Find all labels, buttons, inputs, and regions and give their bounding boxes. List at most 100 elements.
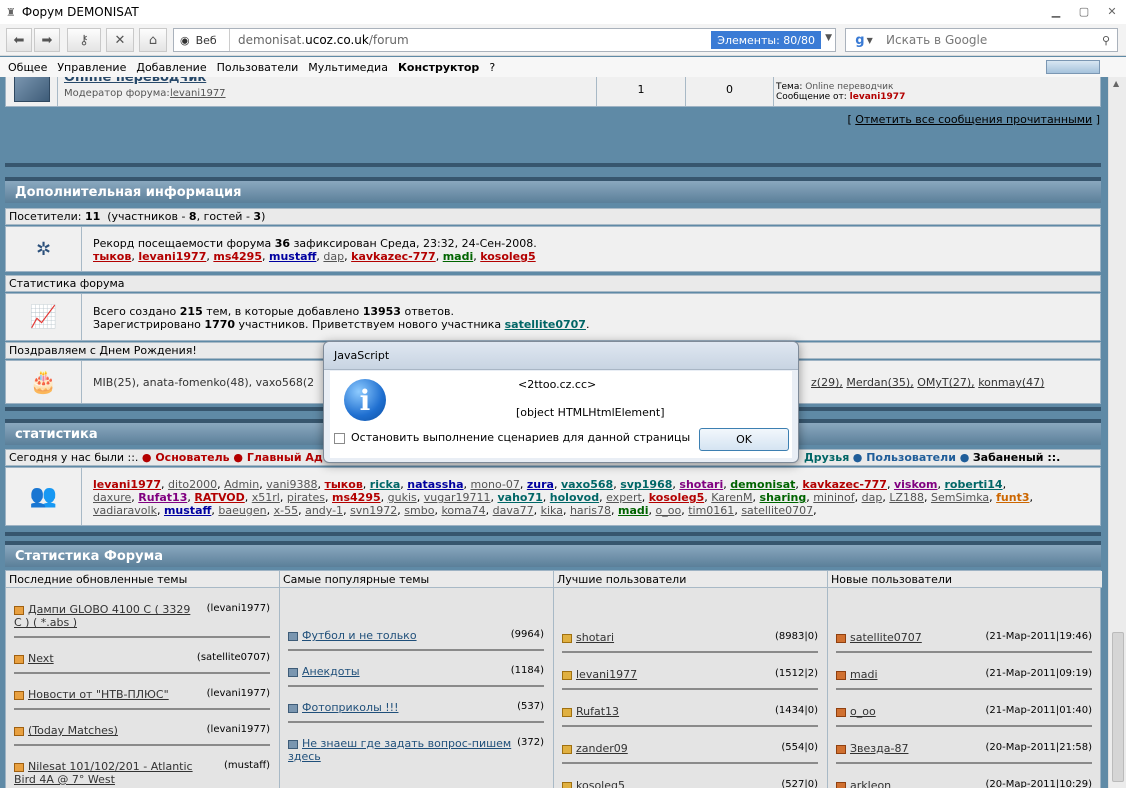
online-user-link[interactable]: tim0161 <box>688 504 734 517</box>
stop-scripts-label[interactable]: Остановить выполнение сценариев для данн… <box>351 431 690 444</box>
recent-topic-link[interactable]: Next <box>28 652 54 665</box>
birthday-list-left[interactable]: MIB(25), anata-fomenko(48), vaxo568(2 <box>93 376 314 389</box>
record-user-link[interactable]: тыков <box>93 250 131 263</box>
online-user-link[interactable]: andy-1 <box>305 504 343 517</box>
best-user-link[interactable]: zander09 <box>576 742 628 755</box>
online-user-link[interactable]: Rufat13 <box>138 491 187 504</box>
online-user-link[interactable]: x51rl <box>252 491 280 504</box>
online-user-link[interactable]: svn1972 <box>350 504 397 517</box>
record-user-link[interactable]: dap <box>323 250 344 263</box>
minimize-button[interactable]: ▁ <box>1042 0 1070 22</box>
menu-item-help[interactable]: ? <box>489 61 495 74</box>
online-user-link[interactable]: funt3 <box>996 491 1029 504</box>
recent-topic-link[interactable]: Новости от "НТВ-ПЛЮС" <box>28 688 169 701</box>
menu-item-constructor[interactable]: Конструктор <box>398 61 479 74</box>
record-user-link[interactable]: ms4295 <box>213 250 262 263</box>
online-user-link[interactable]: smbo <box>404 504 434 517</box>
back-button[interactable]: ⬅ <box>6 28 32 52</box>
birthday-user-c[interactable]: OMyT(27), <box>917 376 974 389</box>
record-user-link[interactable]: levani1977 <box>138 250 206 263</box>
online-user-link[interactable]: LZ188 <box>889 491 924 504</box>
best-user-link[interactable]: kosoleg5 <box>576 779 625 788</box>
birthday-user-d[interactable]: konmay(47) <box>978 376 1044 389</box>
online-user-link[interactable]: svp1968 <box>620 478 672 491</box>
online-user-link[interactable]: viskom <box>894 478 938 491</box>
online-user-link[interactable]: kavkazec-777 <box>802 478 887 491</box>
online-user-link[interactable]: sharing <box>760 491 807 504</box>
recent-topic-link[interactable]: (Today Matches) <box>28 724 118 737</box>
record-user-link[interactable]: kosoleg5 <box>480 250 535 263</box>
popular-topic-link[interactable]: Фотоприколы !!! <box>302 701 398 714</box>
recent-topic-link-cont[interactable]: Bird 4A @ 7° West <box>14 773 115 786</box>
online-user-link[interactable]: dap <box>862 491 883 504</box>
scroll-thumb[interactable] <box>1112 632 1124 782</box>
online-user-link[interactable]: haris78 <box>570 504 611 517</box>
online-user-link[interactable]: RATVOD <box>194 491 244 504</box>
online-user-link[interactable]: vugar19711 <box>424 491 491 504</box>
record-user-link[interactable]: mustaff <box>269 250 316 263</box>
online-user-link[interactable]: satellite0707 <box>741 504 813 517</box>
recent-topic-link[interactable]: Nilesat 101/102/201 - Atlantic <box>28 760 193 773</box>
url-text[interactable]: demonisat.ucoz.co.uk/forum <box>230 33 409 47</box>
new-user-link[interactable]: madi <box>850 668 878 681</box>
moderator-link[interactable]: levani1977 <box>170 88 226 99</box>
elements-badge[interactable]: Элементы: 80/80 <box>711 31 821 49</box>
forum-title-link[interactable]: Online переводчик <box>64 77 206 85</box>
online-user-link[interactable]: ms4295 <box>332 491 381 504</box>
online-user-link[interactable]: vadiaravolk <box>93 504 157 517</box>
search-bar[interactable]: g ▼ Искать в Google ⚲ <box>845 28 1118 52</box>
stop-scripts-checkbox[interactable] <box>334 433 345 444</box>
last-post-user[interactable]: levani1977 <box>850 92 906 102</box>
close-button[interactable]: ✕ <box>1098 0 1126 22</box>
stop-button[interactable]: ✕ <box>106 28 134 52</box>
online-user-link[interactable]: dito2000 <box>168 478 217 491</box>
dropdown-arrow-icon[interactable]: ▼ <box>825 33 832 43</box>
forward-button[interactable]: ➡ <box>34 28 60 52</box>
online-user-link[interactable]: vaho71 <box>497 491 542 504</box>
birthday-user-b[interactable]: Merdan(35), <box>846 376 913 389</box>
search-input[interactable]: Искать в Google <box>882 33 1095 47</box>
online-user-link[interactable]: mono-07 <box>471 478 520 491</box>
online-user-link[interactable]: тыков <box>324 478 362 491</box>
online-user-link[interactable]: gukis <box>388 491 417 504</box>
vertical-scrollbar[interactable]: ▲ <box>1108 77 1126 788</box>
popular-topic-link[interactable]: Футбол и не только <box>302 629 417 642</box>
online-user-link[interactable]: SemSimka <box>931 491 989 504</box>
last-topic-link[interactable]: Online переводчик <box>805 82 893 92</box>
online-user-link[interactable]: levani1977 <box>93 478 161 491</box>
online-user-link[interactable]: expert <box>606 491 642 504</box>
home-button[interactable]: ⌂ <box>139 28 167 52</box>
online-user-link[interactable]: holovod <box>550 491 599 504</box>
online-user-link[interactable]: roberti14 <box>945 478 1003 491</box>
search-icon[interactable]: ⚲ <box>1095 34 1117 47</box>
address-bar[interactable]: ◉ Веб demonisat.ucoz.co.uk/forum Элемент… <box>173 28 836 52</box>
best-user-link[interactable]: shotari <box>576 631 614 644</box>
online-user-link[interactable]: koma74 <box>441 504 485 517</box>
online-user-link[interactable]: shotari <box>679 478 723 491</box>
best-user-link[interactable]: levani1977 <box>576 668 637 681</box>
menu-item-general[interactable]: Общее <box>8 61 47 74</box>
new-user-link[interactable]: Звезда-87 <box>850 742 908 755</box>
mark-read-link[interactable]: Отметить все сообщения прочитанными <box>855 113 1092 126</box>
online-user-link[interactable]: madi <box>618 504 649 517</box>
menu-item-manage[interactable]: Управление <box>57 61 126 74</box>
online-user-link[interactable]: pirates <box>287 491 325 504</box>
record-user-link[interactable]: kavkazec-777 <box>351 250 436 263</box>
menu-item-add[interactable]: Добавление <box>136 61 206 74</box>
web-search-selector[interactable]: ◉ Веб <box>174 29 230 51</box>
menu-item-users[interactable]: Пользователи <box>217 61 299 74</box>
online-user-link[interactable]: vaxo568 <box>561 478 613 491</box>
popular-topic-link[interactable]: Не знаеш где задать вопрос-пишем <box>302 737 511 750</box>
menu-item-multimedia[interactable]: Мультимедиа <box>308 61 388 74</box>
online-user-link[interactable]: mininof <box>813 491 854 504</box>
popular-topic-link-cont[interactable]: здесь <box>288 750 321 763</box>
online-user-link[interactable]: natassha <box>407 478 463 491</box>
new-user-link[interactable]: o_oo <box>850 705 876 718</box>
online-user-link[interactable]: kika <box>541 504 563 517</box>
online-user-link[interactable]: x-55 <box>274 504 298 517</box>
record-user-link[interactable]: madi <box>443 250 474 263</box>
ok-button[interactable]: OK <box>699 428 789 451</box>
birthday-user-a[interactable]: z(29), <box>811 376 843 389</box>
best-user-link[interactable]: Rufat13 <box>576 705 619 718</box>
online-user-link[interactable]: zura <box>527 478 554 491</box>
